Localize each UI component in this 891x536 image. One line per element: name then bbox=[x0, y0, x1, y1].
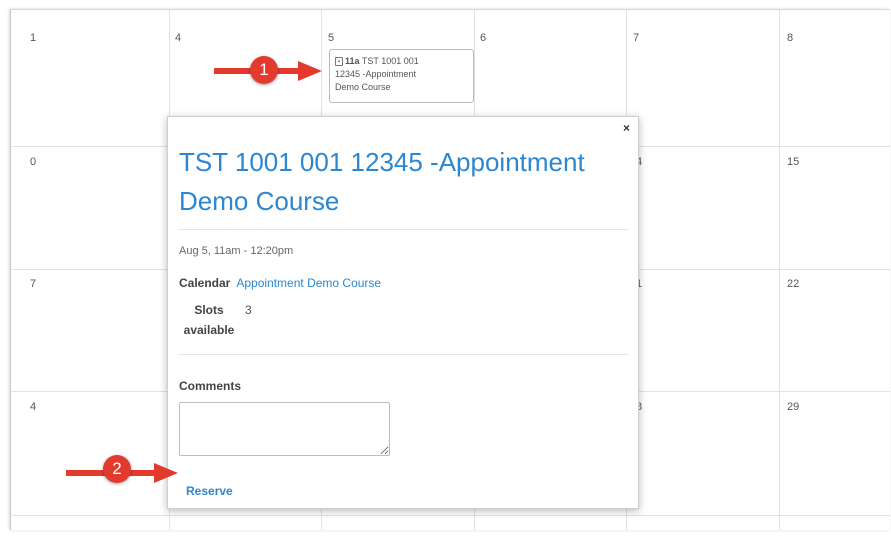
reserve-button[interactable]: Reserve bbox=[186, 484, 233, 498]
day-number[interactable]: 1 bbox=[30, 32, 36, 44]
slots-label: Slots available bbox=[183, 303, 235, 337]
event-title: TST 1001 001 12345 -Appointment Demo Cou… bbox=[179, 147, 585, 216]
divider bbox=[178, 354, 628, 355]
grid-divider bbox=[11, 515, 890, 516]
day-number[interactable]: 4 bbox=[175, 32, 181, 44]
close-icon[interactable]: × bbox=[623, 121, 630, 135]
calendar-link[interactable]: Appointment Demo Course bbox=[236, 276, 381, 290]
event-title-line: 12345 -Appointment bbox=[335, 69, 417, 79]
calendar-icon: ▪ bbox=[335, 57, 343, 67]
calendar-row: Calendar Appointment Demo Course bbox=[179, 276, 381, 290]
calendar-event[interactable]: ▪ 11a TST 1001 001 12345 -Appointment Dem… bbox=[329, 49, 474, 103]
event-date: Aug 5, 11am - 12:20pm bbox=[179, 245, 294, 257]
day-number[interactable]: 7 bbox=[633, 32, 639, 44]
day-number[interactable]: 15 bbox=[787, 156, 799, 168]
calendar-month-view: 1 4 5 6 7 8 0 4 15 7 1 22 4 8 29 ▪ 11a TS… bbox=[10, 9, 890, 530]
day-number[interactable]: 29 bbox=[787, 401, 799, 413]
callout-badge-2: 2 bbox=[103, 455, 131, 483]
day-number[interactable]: 22 bbox=[787, 278, 799, 290]
comments-label: Comments bbox=[179, 379, 242, 393]
day-number[interactable]: 4 bbox=[30, 401, 36, 413]
event-title-line: Demo Course bbox=[335, 82, 391, 92]
day-number[interactable]: 8 bbox=[787, 32, 793, 44]
event-details-popover: × TST 1001 001 12345 -Appointment Demo C… bbox=[167, 116, 639, 509]
day-number[interactable]: 0 bbox=[30, 156, 36, 168]
slots-value: 3 bbox=[245, 303, 252, 317]
slots-row: Slots available 3 bbox=[179, 300, 252, 340]
grid-divider bbox=[779, 10, 780, 530]
callout-badge-1: 1 bbox=[250, 56, 278, 84]
day-number[interactable]: 6 bbox=[480, 32, 486, 44]
event-time: 11a bbox=[345, 56, 360, 66]
day-number[interactable]: 7 bbox=[30, 278, 36, 290]
divider bbox=[178, 229, 628, 230]
event-title-line: TST 1001 001 bbox=[361, 56, 419, 66]
day-number[interactable]: 5 bbox=[328, 32, 334, 44]
calendar-label: Calendar bbox=[179, 276, 231, 290]
comments-field[interactable] bbox=[179, 402, 390, 456]
